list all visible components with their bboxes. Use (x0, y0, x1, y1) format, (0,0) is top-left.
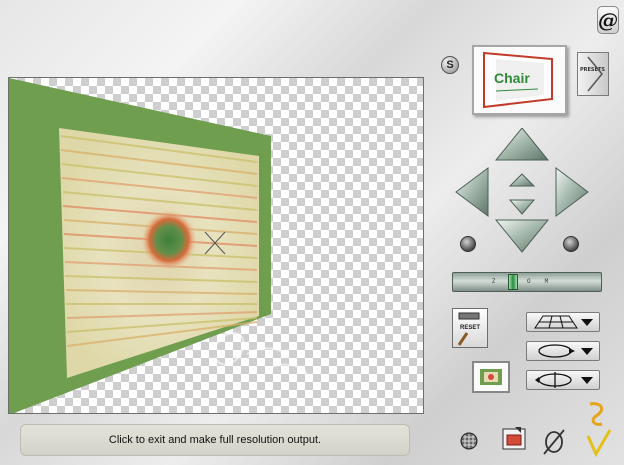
status-bar[interactable]: Click to exit and make full resolution o… (20, 424, 410, 456)
app-logo-icon[interactable]: @ (597, 6, 619, 34)
signature-icon[interactable] (584, 400, 614, 458)
chevron-right-icon (587, 56, 603, 92)
reset-button[interactable]: RESET (452, 308, 488, 348)
folder-exit-icon[interactable] (501, 425, 529, 453)
arrow-left-icon[interactable] (455, 167, 489, 217)
chevron-down-icon (581, 348, 593, 355)
rotate-left-button[interactable] (460, 236, 476, 252)
arrow-up-icon[interactable] (494, 128, 550, 161)
rotate-horizontal-icon (538, 344, 575, 358)
thumbnail-title: Chair (494, 70, 530, 86)
small-arrow-up-icon[interactable] (508, 173, 536, 187)
texture-preview[interactable] (472, 361, 510, 393)
small-arrow-down-icon[interactable] (508, 199, 536, 215)
arrow-down-icon[interactable] (494, 219, 550, 253)
preview-image (9, 78, 308, 413)
preset-thumbnail[interactable]: Chair (472, 45, 567, 115)
s-button[interactable]: S (441, 56, 459, 74)
grid-plane-icon (534, 315, 578, 329)
preview-canvas[interactable] (8, 77, 424, 414)
grid-icon[interactable] (460, 432, 478, 450)
chevron-down-icon (581, 377, 593, 384)
preset-thumbnail-image: Chair (483, 51, 553, 109)
zoom-handle[interactable] (508, 274, 518, 290)
center-target (141, 210, 197, 270)
chevron-down-icon (581, 319, 593, 326)
grid-mode-dropdown[interactable] (526, 312, 600, 332)
zoom-slider[interactable]: ZOOM (452, 272, 602, 292)
presets-button[interactable]: PRESETS (577, 52, 609, 96)
rotate-right-button[interactable] (563, 236, 579, 252)
rotate-mode-dropdown[interactable] (526, 341, 600, 361)
hammer-icon (457, 312, 480, 346)
spin-mode-dropdown[interactable] (526, 370, 600, 390)
texture-thumbnail (480, 369, 502, 385)
zoom-label: ZOOM (491, 278, 563, 285)
no-zero-icon[interactable] (540, 428, 568, 456)
watermark-logo (214, 332, 308, 375)
spin-axis-icon (535, 372, 572, 388)
arrow-right-icon[interactable] (555, 167, 589, 217)
